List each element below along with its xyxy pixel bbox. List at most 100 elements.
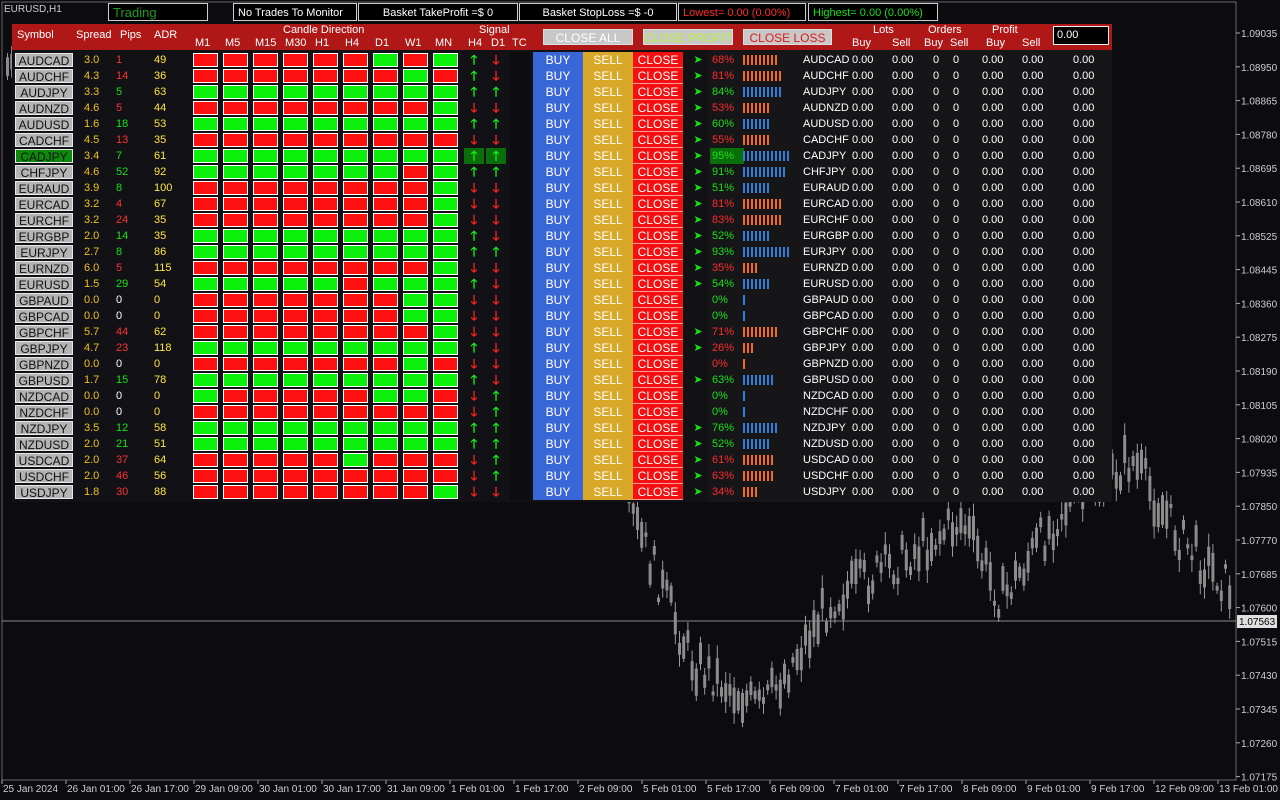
symbol-button[interactable]: AUDNZD [15, 101, 73, 116]
sell-button[interactable]: SELL [583, 84, 633, 100]
execute-arrow-icon[interactable]: ➤ [689, 372, 707, 388]
buy-button[interactable]: BUY [533, 308, 583, 324]
sell-button[interactable]: SELL [583, 452, 633, 468]
sell-button[interactable]: SELL [583, 180, 633, 196]
execute-arrow-icon[interactable]: ➤ [689, 68, 707, 84]
execute-arrow-icon[interactable]: ➤ [689, 420, 707, 436]
close-button[interactable]: CLOSE [633, 420, 683, 436]
close-button[interactable]: CLOSE [633, 132, 683, 148]
close-button[interactable]: CLOSE [633, 436, 683, 452]
sell-button[interactable]: SELL [583, 276, 633, 292]
buy-button[interactable]: BUY [533, 196, 583, 212]
execute-arrow-icon[interactable]: ➤ [689, 244, 707, 260]
buy-button[interactable]: BUY [533, 372, 583, 388]
execute-arrow-icon[interactable]: ➤ [689, 116, 707, 132]
symbol-button[interactable]: GBPNZD [15, 357, 73, 372]
symbol-button[interactable]: CADJPY [15, 149, 73, 164]
sell-button[interactable]: SELL [583, 132, 633, 148]
buy-button[interactable]: BUY [533, 68, 583, 84]
sell-button[interactable]: SELL [583, 68, 633, 84]
symbol-button[interactable]: GBPCAD [15, 309, 73, 324]
symbol-button[interactable]: EURCAD [15, 197, 73, 212]
close-profit-button[interactable]: CLOSE PROFIT [643, 29, 733, 45]
close-button[interactable]: CLOSE [633, 260, 683, 276]
sell-button[interactable]: SELL [583, 372, 633, 388]
sell-button[interactable]: SELL [583, 404, 633, 420]
close-button[interactable]: CLOSE [633, 340, 683, 356]
symbol-button[interactable]: USDCAD [15, 453, 73, 468]
buy-button[interactable]: BUY [533, 132, 583, 148]
execute-arrow-icon[interactable]: ➤ [689, 164, 707, 180]
symbol-button[interactable]: NZDCAD [15, 389, 73, 404]
close-button[interactable]: CLOSE [633, 388, 683, 404]
execute-arrow-icon[interactable]: ➤ [689, 84, 707, 100]
buy-button[interactable]: BUY [533, 244, 583, 260]
close-button[interactable]: CLOSE [633, 468, 683, 484]
sell-button[interactable]: SELL [583, 308, 633, 324]
symbol-button[interactable]: AUDCAD [15, 53, 73, 68]
symbol-button[interactable]: GBPAUD [15, 293, 73, 308]
execute-arrow-icon[interactable]: ➤ [689, 228, 707, 244]
sell-button[interactable]: SELL [583, 356, 633, 372]
close-button[interactable]: CLOSE [633, 148, 683, 164]
execute-arrow-icon[interactable]: ➤ [689, 148, 707, 164]
symbol-button[interactable]: GBPUSD [15, 373, 73, 388]
buy-button[interactable]: BUY [533, 484, 583, 500]
symbol-button[interactable]: EURUSD [15, 277, 73, 292]
buy-button[interactable]: BUY [533, 100, 583, 116]
sell-button[interactable]: SELL [583, 148, 633, 164]
execute-arrow-icon[interactable]: ➤ [689, 276, 707, 292]
symbol-button[interactable]: AUDCHF [15, 69, 73, 84]
close-button[interactable]: CLOSE [633, 228, 683, 244]
execute-arrow-icon[interactable]: ➤ [689, 340, 707, 356]
close-button[interactable]: CLOSE [633, 356, 683, 372]
execute-arrow-icon[interactable]: ➤ [689, 468, 707, 484]
symbol-button[interactable]: CADCHF [15, 133, 73, 148]
sell-button[interactable]: SELL [583, 260, 633, 276]
symbol-button[interactable]: NZDUSD [15, 437, 73, 452]
close-button[interactable]: CLOSE [633, 292, 683, 308]
buy-button[interactable]: BUY [533, 388, 583, 404]
sell-button[interactable]: SELL [583, 228, 633, 244]
sell-button[interactable]: SELL [583, 100, 633, 116]
buy-button[interactable]: BUY [533, 468, 583, 484]
buy-button[interactable]: BUY [533, 276, 583, 292]
close-button[interactable]: CLOSE [633, 100, 683, 116]
buy-button[interactable]: BUY [533, 84, 583, 100]
buy-button[interactable]: BUY [533, 324, 583, 340]
symbol-button[interactable]: EURCHF [15, 213, 73, 228]
symbol-button[interactable]: AUDJPY [15, 85, 73, 100]
buy-button[interactable]: BUY [533, 452, 583, 468]
execute-arrow-icon[interactable]: ➤ [689, 436, 707, 452]
close-button[interactable]: CLOSE [633, 196, 683, 212]
close-button[interactable]: CLOSE [633, 164, 683, 180]
close-button[interactable]: CLOSE [633, 52, 683, 68]
symbol-button[interactable]: EURGBP [15, 229, 73, 244]
buy-button[interactable]: BUY [533, 116, 583, 132]
buy-button[interactable]: BUY [533, 404, 583, 420]
execute-arrow-icon[interactable]: ➤ [689, 132, 707, 148]
sell-button[interactable]: SELL [583, 292, 633, 308]
sell-button[interactable]: SELL [583, 324, 633, 340]
buy-button[interactable]: BUY [533, 436, 583, 452]
symbol-button[interactable]: EURAUD [15, 181, 73, 196]
lot-size-input[interactable]: 0.00 [1053, 26, 1109, 45]
execute-arrow-icon[interactable]: ➤ [689, 452, 707, 468]
symbol-button[interactable]: USDJPY [15, 485, 73, 500]
symbol-button[interactable]: USDCHF [15, 469, 73, 484]
symbol-button[interactable]: NZDJPY [15, 421, 73, 436]
symbol-button[interactable]: CHFJPY [15, 165, 73, 180]
symbol-button[interactable]: GBPJPY [15, 341, 73, 356]
close-button[interactable]: CLOSE [633, 68, 683, 84]
close-button[interactable]: CLOSE [633, 404, 683, 420]
close-button[interactable]: CLOSE [633, 372, 683, 388]
symbol-button[interactable]: EURNZD [15, 261, 73, 276]
sell-button[interactable]: SELL [583, 116, 633, 132]
buy-button[interactable]: BUY [533, 164, 583, 180]
buy-button[interactable]: BUY [533, 292, 583, 308]
execute-arrow-icon[interactable]: ➤ [689, 260, 707, 276]
execute-arrow-icon[interactable]: ➤ [689, 324, 707, 340]
symbol-button[interactable]: AUDUSD [15, 117, 73, 132]
sell-button[interactable]: SELL [583, 340, 633, 356]
sell-button[interactable]: SELL [583, 52, 633, 68]
